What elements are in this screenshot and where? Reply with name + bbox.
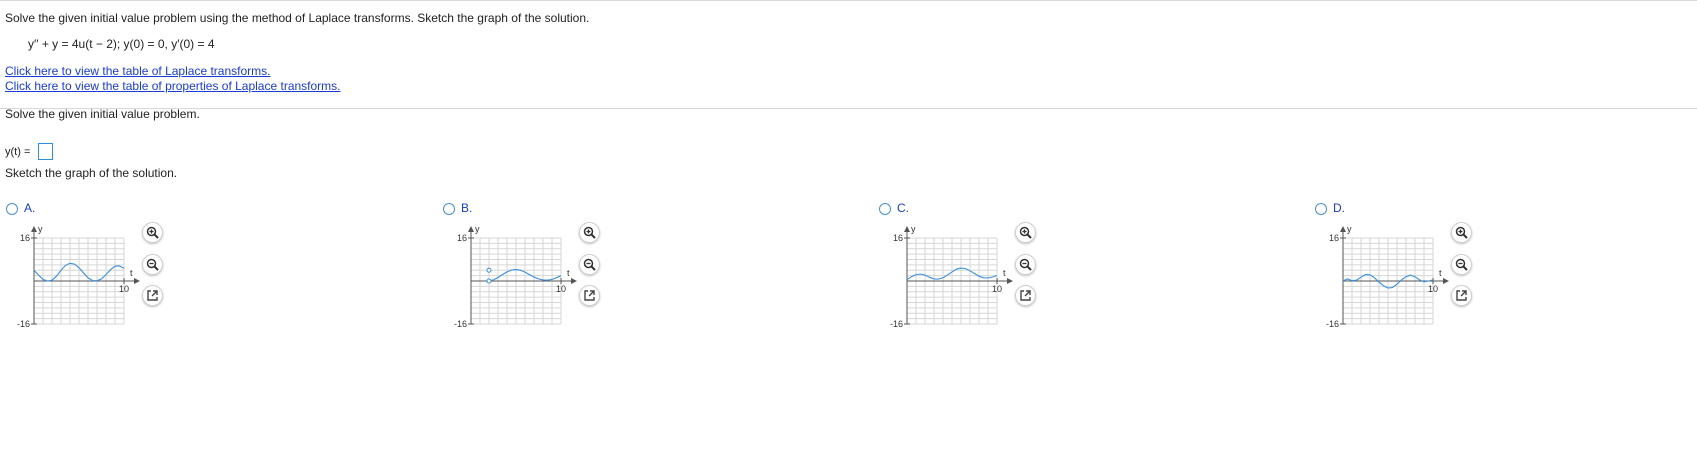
series-marker-1 [486,278,492,284]
series-marker-0 [486,267,492,273]
zoom-out-icon [1455,258,1468,271]
y-axis-arrow [1340,226,1346,232]
option-d: D. 16 -16 10 t y [1315,0,1485,330]
option-a-popout-button[interactable] [142,285,163,306]
option-d-popout-button[interactable] [1451,285,1472,306]
option-a-label[interactable]: A. [24,201,35,215]
y-axis-label: y [38,224,43,234]
zoom-in-icon [583,226,596,239]
y-tick-label-top: 16 [893,233,903,243]
option-b-zoom-in-button[interactable] [579,222,600,243]
option-d-radio[interactable] [1315,203,1327,215]
option-a-zoom-out-button[interactable] [142,254,163,275]
y-tick-label-bottom: -16 [890,319,903,329]
y-axis-arrow [31,226,37,232]
y-tick-label-bottom: -16 [1326,319,1339,329]
zoom-out-icon [146,258,159,271]
y-tick-label-top: 16 [457,233,467,243]
option-d-graph: 16 -16 10t y [1326,224,1449,329]
y-axis-arrow [468,226,474,232]
option-b-graph: 16 -16 10t y [454,224,577,329]
y-tick-label-top: 16 [20,233,30,243]
x-axis-label: t [1003,268,1006,278]
y-tick-label-top: 16 [1329,233,1339,243]
option-c-label[interactable]: C. [897,201,909,215]
x-tick-label-right: 10 [992,284,1002,294]
x-axis-label: t [1439,268,1442,278]
x-axis-arrow [1443,278,1449,284]
x-tick-label-right: 10 [1428,284,1438,294]
option-a-radio[interactable] [6,203,18,215]
option-d-label[interactable]: D. [1333,201,1345,215]
option-c-zoom-out-button[interactable] [1015,254,1036,275]
y-tick-label-bottom: -16 [17,319,30,329]
x-axis-label: t [567,268,570,278]
option-d-zoom-out-button[interactable] [1451,254,1472,275]
option-a-graph: 16 -16 10t y [17,224,140,329]
zoom-in-icon [1019,226,1032,239]
x-axis-arrow [1007,278,1013,284]
option-c-graph: 16 -16 10t y [890,224,1013,329]
x-axis-label: t [130,268,133,278]
y-tick-label-bottom: -16 [454,319,467,329]
option-b-label[interactable]: B. [461,201,472,215]
zoom-in-icon [1455,226,1468,239]
option-a: A. 16 -16 10 t y [6,0,176,330]
option-c: C. 16 -16 10 t y [879,0,1049,330]
popout-icon [1456,290,1467,301]
option-a-zoom-in-button[interactable] [142,222,163,243]
option-d-zoom-in-button[interactable] [1451,222,1472,243]
x-tick-label-right: 10 [119,284,129,294]
x-axis-arrow [134,278,140,284]
popout-icon [1020,290,1031,301]
popout-icon [147,290,158,301]
x-tick-label-right: 10 [556,284,566,294]
x-axis-arrow [571,278,577,284]
option-c-popout-button[interactable] [1015,285,1036,306]
option-c-zoom-in-button[interactable] [1015,222,1036,243]
y-axis-arrow [904,226,910,232]
option-b-popout-button[interactable] [579,285,600,306]
zoom-out-icon [583,258,596,271]
option-b-radio[interactable] [443,203,455,215]
zoom-in-icon [146,226,159,239]
option-b: B. 16 -16 10 t y [443,0,613,330]
y-axis-label: y [1347,224,1352,234]
option-b-zoom-out-button[interactable] [579,254,600,275]
y-axis-label: y [475,224,480,234]
zoom-out-icon [1019,258,1032,271]
option-c-radio[interactable] [879,203,891,215]
popout-icon [584,290,595,301]
y-axis-label: y [911,224,916,234]
